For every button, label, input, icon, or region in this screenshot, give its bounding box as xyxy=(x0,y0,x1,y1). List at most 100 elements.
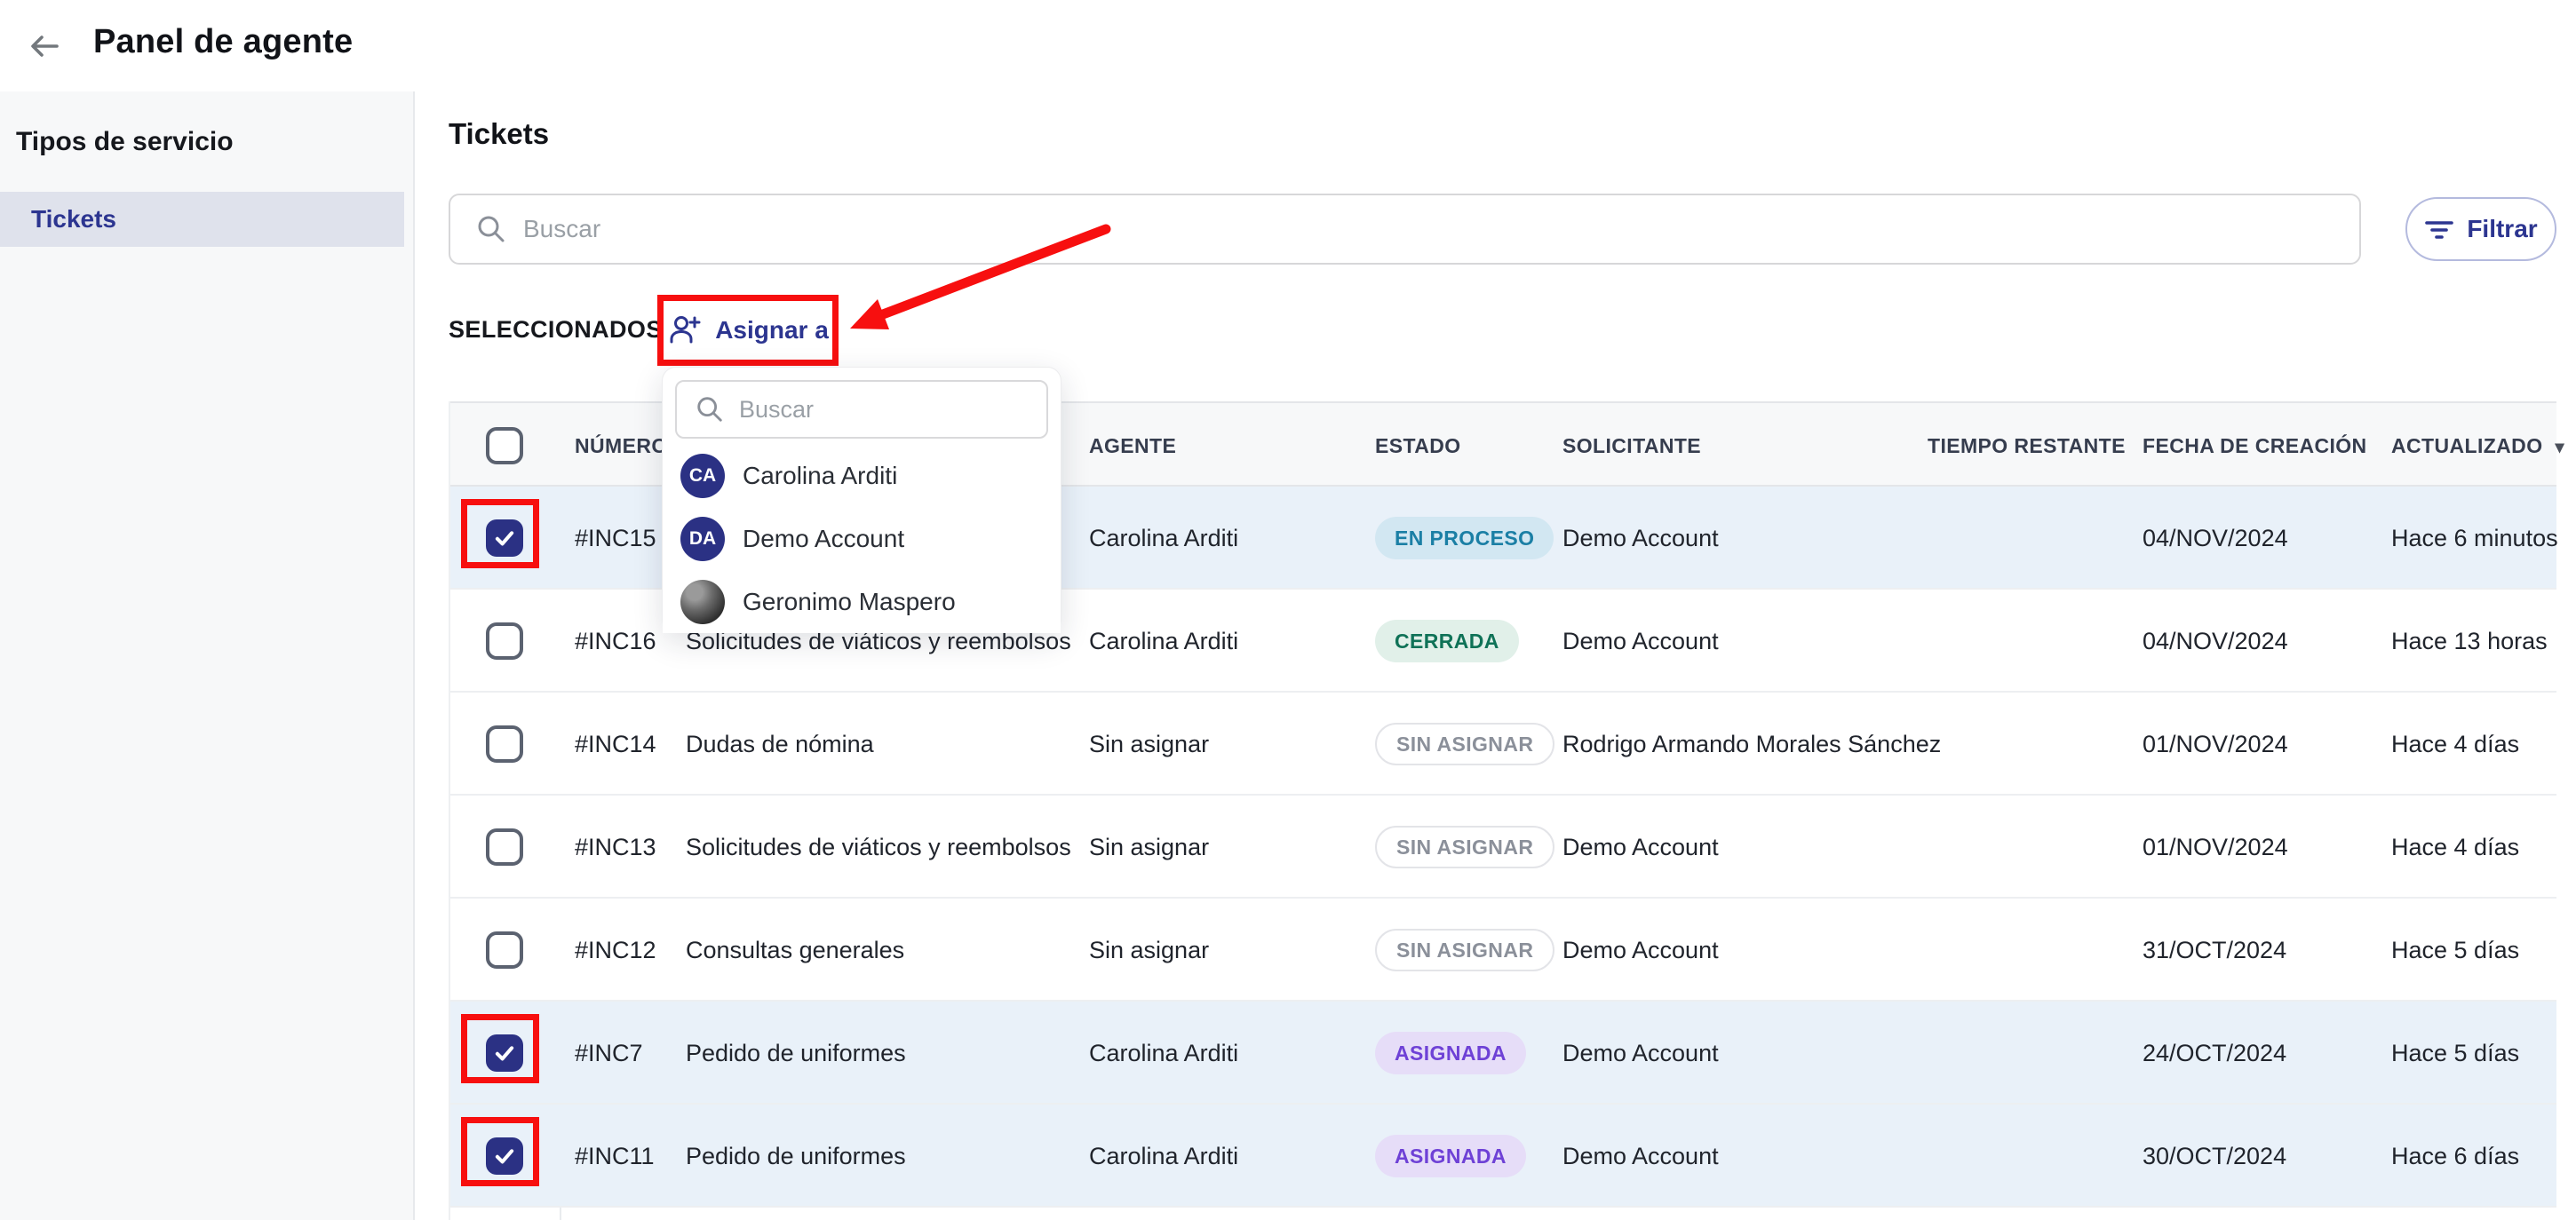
filter-button-label: Filtrar xyxy=(2467,215,2537,243)
cell-agente: Carolina Arditi xyxy=(1089,487,1238,590)
assign-user-option-carolina-arditi[interactable]: CA Carolina Arditi xyxy=(663,444,1061,507)
status-badge: CERRADA xyxy=(1375,620,1519,662)
cell-fecha_creacion: 01/NOV/2024 xyxy=(2143,796,2288,899)
column-header-tiempo-restante[interactable]: TIEMPO RESTANTE xyxy=(1928,403,2126,488)
cell-actualizado: Hace 5 días xyxy=(2391,899,2519,1002)
column-header-estado[interactable]: ESTADO xyxy=(1375,403,1461,488)
cell-fecha_creacion: 04/NOV/2024 xyxy=(2143,487,2288,590)
dropdown-search-bar xyxy=(675,380,1048,439)
cell-actualizado: Hace 6 minutos xyxy=(2391,487,2558,590)
cell-asunto: Dudas de nómina xyxy=(686,693,874,796)
sidebar: Tipos de servicio Tickets xyxy=(0,91,415,1220)
search-icon xyxy=(475,213,507,245)
cell-fecha_creacion: 31/OCT/2024 xyxy=(2143,899,2286,1002)
cell-numero: #INC7 xyxy=(575,1002,643,1105)
sort-desc-icon: ▾ xyxy=(2556,438,2564,457)
cell-agente: Carolina Arditi xyxy=(1089,1105,1238,1208)
cell-solicitante: Demo Account xyxy=(1562,487,1719,590)
assign-to-button[interactable]: Asignar a xyxy=(664,301,832,360)
cell-numero: #INC16 xyxy=(575,590,656,693)
column-header-fecha-de-creaci-n[interactable]: FECHA DE CREACIÓN xyxy=(2143,403,2367,488)
sidebar-item-label: Tickets xyxy=(31,205,116,234)
table-row-inc14[interactable]: #INC14 Dudas de nómina Sin asignar SIN ASIG… xyxy=(450,693,2556,796)
cell-solicitante: Demo Account xyxy=(1562,590,1719,693)
cell-solicitante: Demo Account xyxy=(1562,1105,1719,1208)
table-row-inc13[interactable]: #INC13 Solicitudes de viáticos y reembols… xyxy=(450,796,2556,899)
column-header-actualizado[interactable]: ACTUALIZADO▾ xyxy=(2391,403,2564,488)
user-name: Demo Account xyxy=(743,525,904,553)
column-header-solicitante[interactable]: SOLICITANTE xyxy=(1562,403,1701,488)
cell-solicitante: Demo Account xyxy=(1562,899,1719,1002)
status-badge: SIN ASIGNAR xyxy=(1375,929,1554,971)
agent-panel-app: Panel de agente Tipos de servicio Ticket… xyxy=(0,0,2576,1220)
cell-solicitante: Demo Account xyxy=(1562,1002,1719,1105)
column-header-agente[interactable]: AGENTE xyxy=(1089,403,1176,488)
cell-fecha_creacion: 30/OCT/2024 xyxy=(2143,1105,2286,1208)
table-row-inc7[interactable]: #INC7 Pedido de uniformes Carolina Arditi A… xyxy=(450,1002,2556,1105)
status-badge: SIN ASIGNAR xyxy=(1375,723,1554,765)
user-initials-avatar: CA xyxy=(680,454,725,498)
filter-icon xyxy=(2424,216,2454,242)
filter-button[interactable]: Filtrar xyxy=(2405,197,2556,261)
cell-solicitante: Rodrigo Armando Morales Sánchez xyxy=(1562,693,1941,796)
user-name: Geronimo Maspero xyxy=(743,588,956,616)
cell-numero: #INC15 xyxy=(575,487,656,590)
selected-count-label: SELECCIONADOS: 3 xyxy=(449,316,691,344)
annotation-box-checkbox xyxy=(461,499,539,568)
cell-solicitante: Demo Account xyxy=(1562,796,1719,899)
cell-fecha_creacion: 24/OCT/2024 xyxy=(2143,1002,2286,1105)
dropdown-search-input[interactable] xyxy=(739,396,1023,424)
cell-actualizado: Hace 4 días xyxy=(2391,796,2519,899)
cell-asunto: Consultas generales xyxy=(686,899,904,1002)
user-initials-avatar: DA xyxy=(680,517,725,561)
cell-agente: Sin asignar xyxy=(1089,693,1209,796)
cell-actualizado: Hace 13 horas xyxy=(2391,590,2548,693)
row-checkbox[interactable] xyxy=(486,725,523,763)
status-badge: SIN ASIGNAR xyxy=(1375,826,1554,868)
tickets-search-bar xyxy=(449,194,2361,265)
row-checkbox[interactable] xyxy=(486,828,523,866)
select-all-checkbox[interactable] xyxy=(486,427,523,464)
table-row-inc11[interactable]: #INC11 Pedido de uniformes Carolina Arditi… xyxy=(450,1105,2556,1208)
search-icon xyxy=(695,394,725,424)
cell-agente: Sin asignar xyxy=(1089,796,1209,899)
top-bar: Panel de agente xyxy=(0,0,2576,91)
cell-agente: Sin asignar xyxy=(1089,899,1209,1002)
cell-agente: Carolina Arditi xyxy=(1089,590,1238,693)
cell-numero: #INC13 xyxy=(575,796,656,899)
user-photo-avatar xyxy=(680,580,725,624)
sidebar-heading: Tipos de servicio xyxy=(16,127,234,157)
search-input[interactable] xyxy=(523,215,2211,243)
annotation-box-checkbox xyxy=(461,1014,539,1083)
sidebar-item-tickets[interactable]: Tickets xyxy=(0,192,404,247)
annotation-box-checkbox xyxy=(461,1117,539,1186)
cell-actualizado: Hace 6 días xyxy=(2391,1105,2519,1208)
cell-actualizado: Hace 4 días xyxy=(2391,693,2519,796)
cell-numero: #INC14 xyxy=(575,693,656,796)
table-row-inc12[interactable]: #INC12 Consultas generales Sin asignar SIN … xyxy=(450,899,2556,1002)
cell-asunto: Solicitudes de viáticos y reembolsos xyxy=(686,796,1071,899)
assign-dropdown: CA Carolina Arditi DA Demo Account Geronimo … xyxy=(662,367,1061,633)
back-arrow-icon[interactable] xyxy=(25,27,64,66)
column-header-n-mero[interactable]: NÚMERO xyxy=(575,403,668,488)
person-add-icon xyxy=(667,313,703,348)
row-checkbox[interactable] xyxy=(486,931,523,969)
cell-agente: Carolina Arditi xyxy=(1089,1002,1238,1105)
cell-actualizado: Hace 5 días xyxy=(2391,1002,2519,1105)
annotation-box-assign: Asignar a xyxy=(657,295,839,366)
dropdown-user-list: CA Carolina Arditi DA Demo Account Geronimo … xyxy=(663,444,1061,633)
assign-user-option-geronimo-maspero[interactable]: Geronimo Maspero xyxy=(663,570,1061,633)
cell-asunto: Pedido de uniformes xyxy=(686,1002,906,1105)
user-name: Carolina Arditi xyxy=(743,462,897,490)
assign-to-label: Asignar a xyxy=(715,316,829,345)
page-title: Panel de agente xyxy=(93,23,353,61)
cell-numero: #INC11 xyxy=(575,1105,655,1208)
status-badge: EN PROCESO xyxy=(1375,517,1554,559)
section-title: Tickets xyxy=(449,117,549,151)
status-badge: ASIGNADA xyxy=(1375,1032,1526,1074)
cell-asunto: Pedido de uniformes xyxy=(686,1105,906,1208)
status-badge: ASIGNADA xyxy=(1375,1135,1526,1177)
row-checkbox[interactable] xyxy=(486,622,523,660)
assign-user-option-demo-account[interactable]: DA Demo Account xyxy=(663,507,1061,570)
cell-numero: #INC12 xyxy=(575,899,656,1002)
